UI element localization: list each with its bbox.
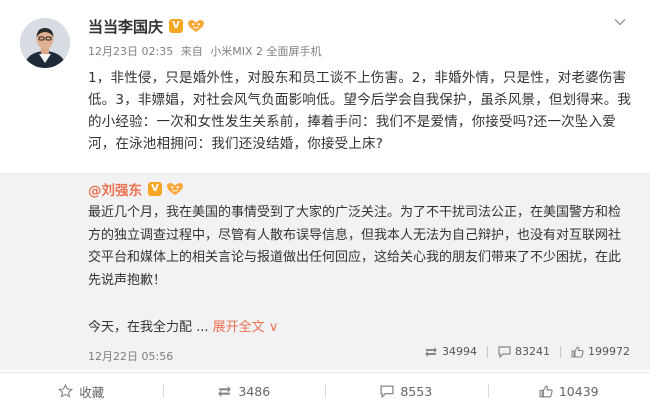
comment-count-value: 83241 (515, 345, 550, 358)
like-icon (571, 346, 584, 358)
repost-text-truncated: 今天，在我全力配 ... 展开全文 ∨ (88, 317, 633, 339)
author-avatar[interactable] (20, 18, 70, 68)
action-bar: 收藏 3486 8553 10439 (0, 372, 650, 409)
divider (487, 346, 488, 358)
comment-count[interactable]: 83241 (498, 345, 550, 358)
favorite-button[interactable]: 收藏 (0, 373, 163, 409)
expand-label: 展开全文 (213, 320, 265, 335)
divider (560, 346, 561, 358)
post-source[interactable]: 小米MIX 2 全面屏手机 (210, 45, 321, 58)
repost-icon (217, 385, 232, 398)
favorite-label: 收藏 (79, 382, 104, 401)
repost-button[interactable]: 3486 (163, 373, 326, 409)
repost-text: 最近几个月，我在美国的事情受到了大家的广泛关注。为了不干扰司法公正，在美国警方和… (88, 202, 633, 292)
comment-button[interactable]: 8553 (325, 373, 488, 409)
repost-icon (424, 346, 438, 358)
star-icon (58, 384, 73, 398)
comment-icon (380, 385, 394, 398)
repost-count-value: 34994 (442, 345, 477, 358)
fan-badge-icon (187, 19, 205, 33)
author-name[interactable]: 当当李国庆 (88, 16, 163, 37)
post-source-prefix: 来自 (181, 45, 203, 58)
post-time[interactable]: 12月23日 02:35 (88, 45, 173, 58)
like-button[interactable]: 10439 (488, 373, 650, 409)
like-button-count: 10439 (559, 384, 599, 399)
comment-icon (498, 346, 511, 358)
chevron-down-icon: ∨ (269, 320, 279, 335)
repost-author-name[interactable]: @刘强东 (88, 179, 142, 199)
comment-button-count: 8553 (400, 384, 432, 399)
fan-badge-icon (166, 182, 184, 196)
post-meta: 12月23日 02:35 来自 小米MIX 2 全面屏手机 (88, 43, 321, 59)
repost-count[interactable]: 34994 (424, 345, 477, 358)
author-row: 当当李国庆 V (88, 15, 205, 37)
like-count[interactable]: 199972 (571, 345, 630, 358)
verified-badge-icon: V (148, 182, 162, 196)
repost-text-preview: 今天，在我全力配 ... (88, 320, 209, 335)
repost-button-count: 3486 (238, 384, 270, 399)
repost-time[interactable]: 12月22日 05:56 (88, 348, 173, 364)
verified-badge-icon: V (169, 19, 183, 33)
repost-stats: 34994 83241 199972 (424, 345, 630, 358)
like-icon (539, 385, 553, 398)
repost-author-row: @刘强东 V (88, 179, 184, 199)
post-text: 1，非性侵，只是婚外性，对股东和员工谈不上伤害。2，非婚外情，只是性，对老婆伤害… (88, 67, 633, 155)
chevron-down-icon[interactable] (612, 14, 628, 30)
weibo-post-card: 当当李国庆 V 12月23日 02:35 来自 小米MIX 2 全面屏手机 1，… (0, 0, 650, 408)
expand-full-text-link[interactable]: 展开全文 ∨ (213, 320, 279, 335)
repost-block[interactable]: @刘强东 V 最近几个月，我在美国的事情受到了大家的广泛关注。为了不干扰司法公正… (0, 173, 650, 370)
like-count-value: 199972 (588, 345, 630, 358)
